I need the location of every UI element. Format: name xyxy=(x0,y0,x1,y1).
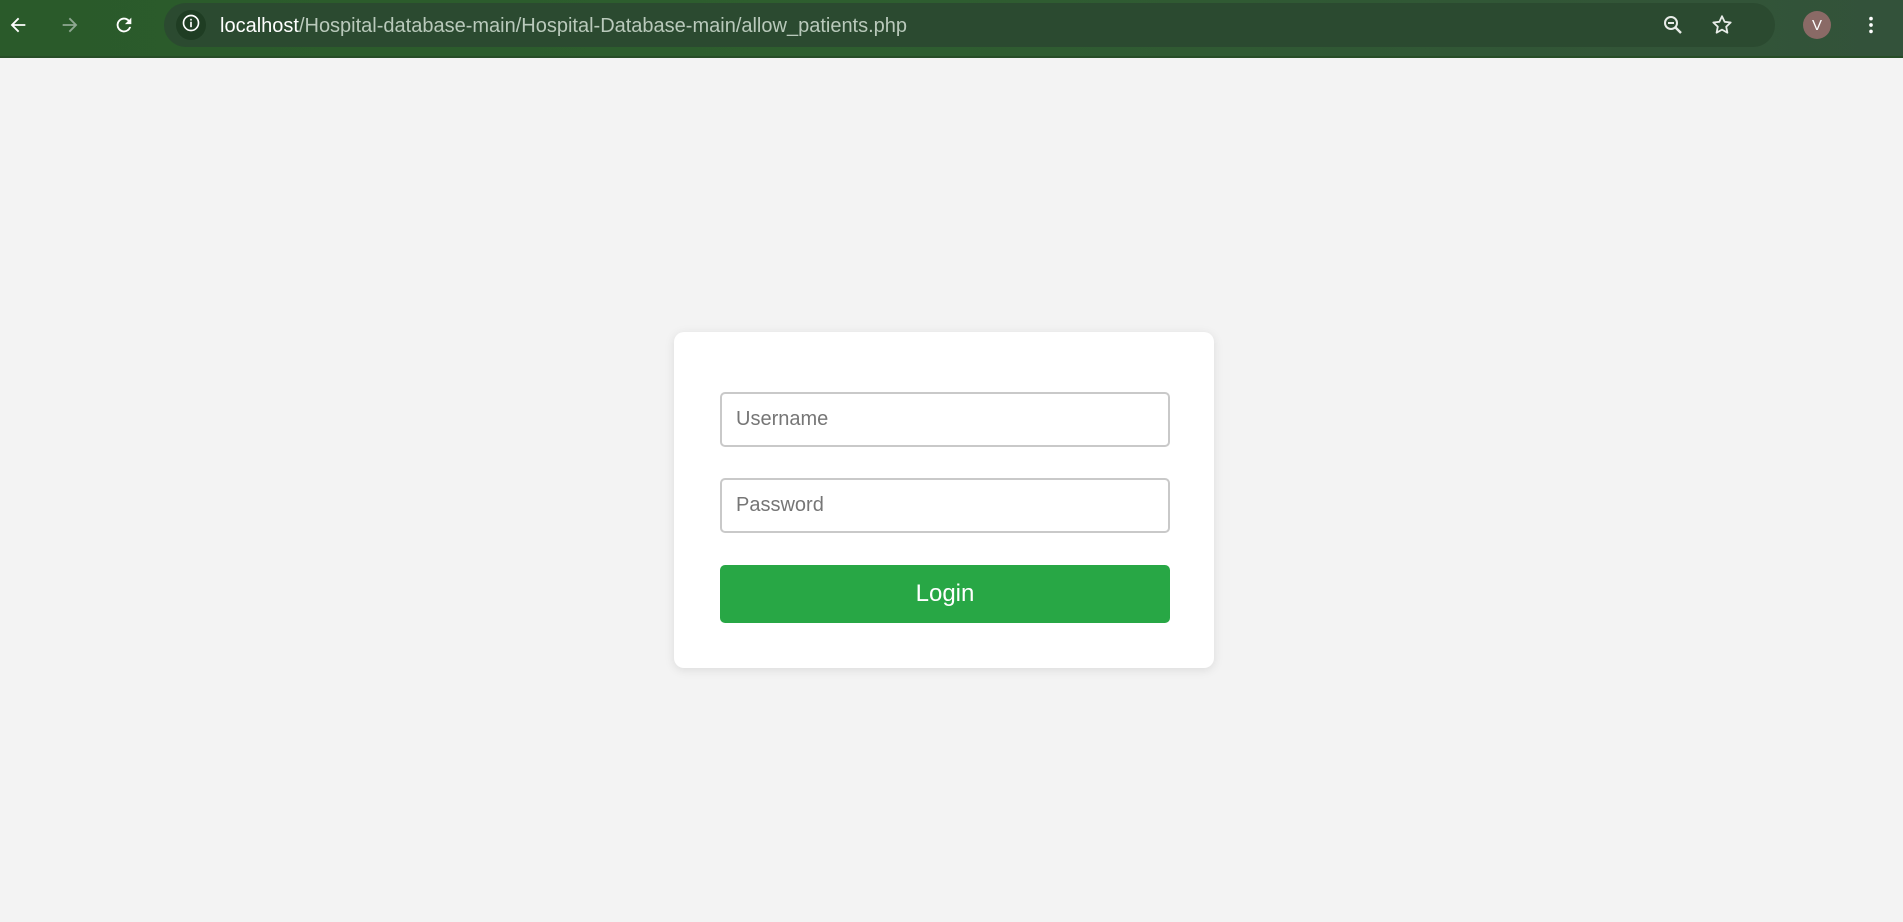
site-info-icon xyxy=(181,13,201,38)
zoom-button[interactable] xyxy=(1655,7,1691,43)
zoom-icon xyxy=(1661,13,1685,37)
bookmark-star-icon xyxy=(1710,13,1734,37)
back-arrow-icon xyxy=(7,14,29,36)
url-host: localhost xyxy=(220,15,299,37)
login-card: Login xyxy=(674,332,1214,668)
more-vertical-icon xyxy=(1860,14,1882,36)
url-path: /Hospital-database-main/Hospital-Databas… xyxy=(298,15,908,37)
reload-button[interactable] xyxy=(106,7,142,43)
browser-toolbar: localhost/Hospital-database-main/Hospita… xyxy=(0,0,1903,58)
browser-menu-button[interactable] xyxy=(1853,7,1889,43)
back-button[interactable] xyxy=(0,7,36,43)
reload-icon xyxy=(113,14,135,36)
password-input[interactable] xyxy=(720,478,1170,533)
forward-arrow-icon xyxy=(59,14,81,36)
site-info-button[interactable] xyxy=(176,10,206,40)
bookmark-button[interactable] xyxy=(1704,7,1740,43)
address-bar[interactable]: localhost/Hospital-database-main/Hospita… xyxy=(164,3,1775,47)
forward-button[interactable] xyxy=(52,7,88,43)
username-input[interactable] xyxy=(720,392,1170,447)
login-button[interactable]: Login xyxy=(720,565,1170,623)
url-text[interactable]: localhost/Hospital-database-main/Hospita… xyxy=(220,14,907,38)
profile-avatar[interactable]: V xyxy=(1803,11,1831,39)
